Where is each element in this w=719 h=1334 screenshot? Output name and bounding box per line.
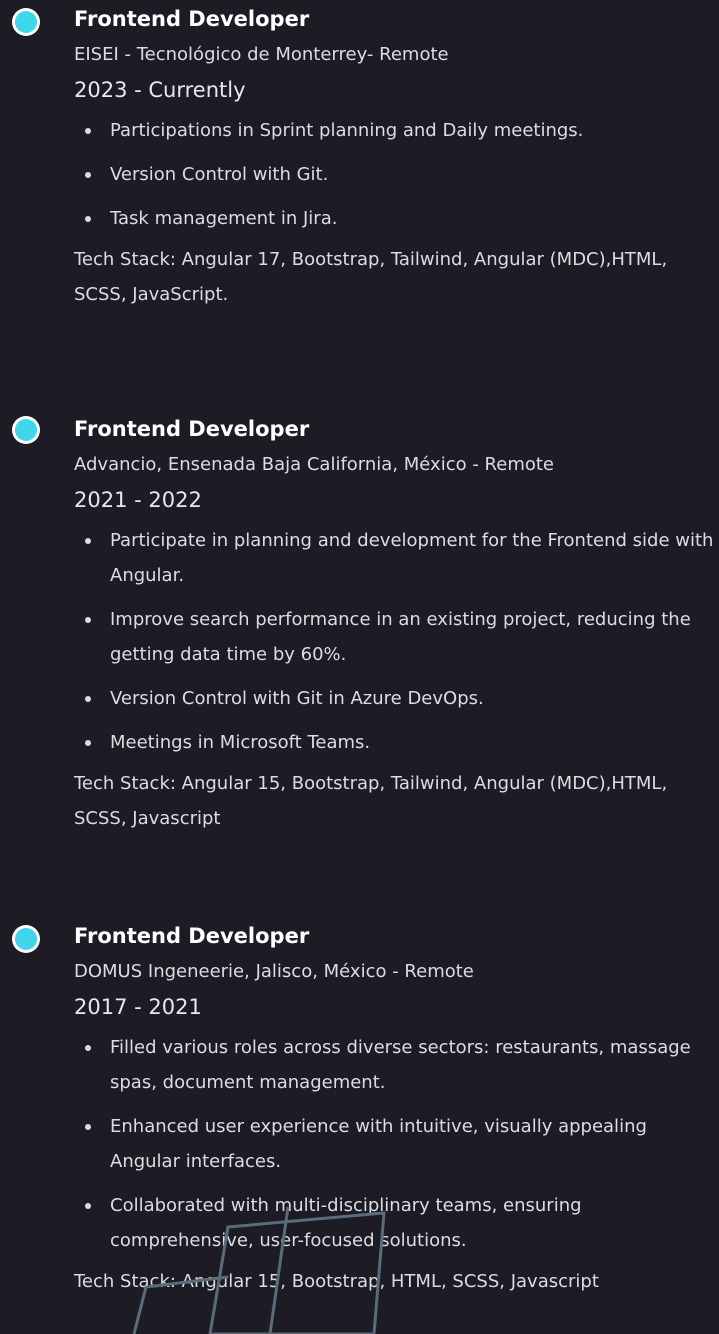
job-dates: 2017 - 2021 bbox=[74, 995, 202, 1019]
timeline-dot-icon bbox=[15, 11, 37, 33]
job-dates: 2021 - 2022 bbox=[74, 488, 202, 512]
job-title: Frontend Developer bbox=[74, 924, 310, 948]
tech-stack: Tech Stack: Angular 15, Bootstrap, Tailw… bbox=[74, 773, 668, 829]
tech-stack: Tech Stack: Angular 15, Bootstrap, HTML,… bbox=[74, 1271, 599, 1292]
list-item: Participate in planning and development … bbox=[74, 523, 714, 593]
timeline-dot-icon bbox=[15, 928, 37, 950]
experience-timeline: Frontend Developer EISEI - Tecnológico d… bbox=[0, 0, 719, 1334]
job-title: Frontend Developer bbox=[74, 417, 310, 441]
company-location: Advancio, Ensenada Baja California, Méxi… bbox=[74, 454, 555, 475]
experience-content: Frontend Developer EISEI - Tecnológico d… bbox=[74, 0, 714, 312]
list-item: Task management in Jira. bbox=[74, 201, 714, 236]
responsibility-list: Filled various roles across diverse sect… bbox=[74, 1030, 714, 1258]
list-item: Improve search performance in an existin… bbox=[74, 602, 714, 672]
list-item: Participations in Sprint planning and Da… bbox=[74, 113, 714, 148]
responsibility-list: Participations in Sprint planning and Da… bbox=[74, 113, 714, 236]
company-location: DOMUS Ingeneerie, Jalisco, México - Remo… bbox=[74, 961, 474, 982]
tech-stack: Tech Stack: Angular 17, Bootstrap, Tailw… bbox=[74, 249, 668, 305]
experience-content: Frontend Developer Advancio, Ensenada Ba… bbox=[74, 410, 714, 836]
job-title: Frontend Developer bbox=[74, 7, 310, 31]
list-item: Version Control with Git in Azure DevOps… bbox=[74, 681, 714, 716]
list-item: Meetings in Microsoft Teams. bbox=[74, 725, 714, 760]
list-item: Enhanced user experience with intuitive,… bbox=[74, 1109, 714, 1179]
list-item: Filled various roles across diverse sect… bbox=[74, 1030, 714, 1100]
list-item: Collaborated with multi-disciplinary tea… bbox=[74, 1188, 714, 1258]
list-item: Version Control with Git. bbox=[74, 157, 714, 192]
job-dates: 2023 - Currently bbox=[74, 78, 246, 102]
responsibility-list: Participate in planning and development … bbox=[74, 523, 714, 760]
experience-content: Frontend Developer DOMUS Ingeneerie, Jal… bbox=[74, 918, 714, 1299]
company-location: EISEI - Tecnológico de Monterrey- Remote bbox=[74, 44, 449, 65]
timeline-dot-icon bbox=[15, 419, 37, 441]
